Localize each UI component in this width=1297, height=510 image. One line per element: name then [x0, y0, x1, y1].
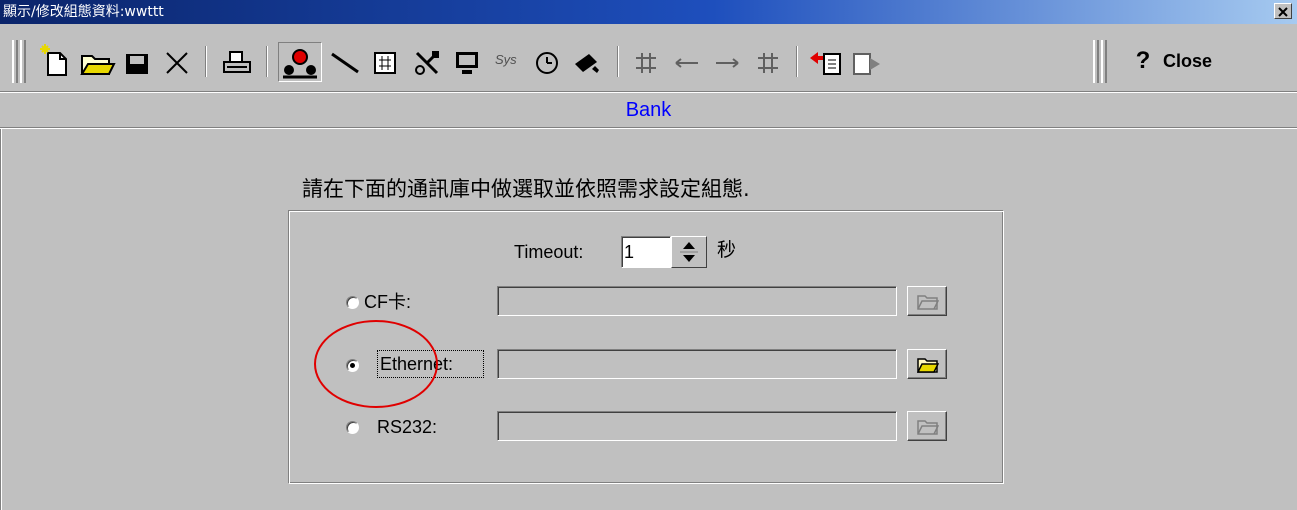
timeout-label: Timeout:: [514, 242, 584, 262]
toolbar: Sys ? Close: [0, 32, 1297, 91]
rs232-label: RS232:: [377, 417, 438, 437]
section-header: Bank: [0, 93, 1297, 127]
toolbar-grip[interactable]: [12, 40, 18, 83]
cf-label: CF卡:: [364, 292, 411, 312]
section-title: Bank: [625, 99, 672, 121]
toolbar-separator: [617, 46, 619, 77]
folder-icon: [917, 358, 939, 373]
move-last-icon: [758, 53, 778, 73]
system-button[interactable]: Sys: [488, 32, 526, 91]
highlight-circle: [314, 320, 438, 408]
search-button[interactable]: [568, 32, 608, 91]
save-button[interactable]: [118, 32, 156, 91]
title-bar: 顯示/修改組態資料:wwttt: [0, 0, 1297, 24]
export-button[interactable]: [848, 32, 888, 91]
new-button[interactable]: [40, 32, 76, 91]
monitor-icon: [456, 52, 478, 74]
open-folder-icon: [80, 55, 116, 75]
monitor-button[interactable]: [448, 32, 486, 91]
instruction-text: 請在下面的通訊庫中做選取並依照需求設定組態.: [302, 177, 750, 201]
toolbar-grip: [1093, 40, 1099, 83]
rs232-browse-button[interactable]: [907, 411, 947, 441]
move-left-icon: [675, 58, 698, 68]
communication-button[interactable]: [278, 42, 322, 82]
line-button[interactable]: [326, 32, 364, 91]
move-first-icon: [636, 53, 656, 73]
cf-path-field[interactable]: [497, 286, 897, 316]
save-icon: [126, 54, 148, 74]
toolbar-separator: [205, 46, 207, 77]
cf-browse-button[interactable]: [907, 286, 947, 316]
table-button[interactable]: [366, 32, 404, 91]
move-last-button[interactable]: [748, 32, 788, 91]
spinner-arrows-icon: [680, 242, 698, 262]
move-first-button[interactable]: [626, 32, 666, 91]
help-button[interactable]: ?: [1131, 41, 1155, 81]
system-icon: Sys: [495, 52, 517, 67]
new-icon: [40, 44, 67, 76]
close-icon: [1278, 7, 1288, 17]
rs232-radio[interactable]: [346, 421, 359, 434]
timeout-spinner[interactable]: [671, 236, 707, 268]
import-button[interactable]: [806, 32, 846, 91]
timeout-unit: 秒: [717, 239, 737, 261]
toolbar-separator: [796, 46, 798, 77]
clock-button[interactable]: [528, 32, 566, 91]
window-close-button[interactable]: [1274, 3, 1292, 19]
print-icon: [223, 51, 251, 73]
tools-button[interactable]: [408, 32, 446, 91]
search-icon: [575, 54, 599, 73]
close-button[interactable]: Close: [1163, 41, 1253, 81]
rs232-path-field[interactable]: [497, 411, 897, 441]
window-title: 顯示/修改組態資料:wwttt: [3, 4, 164, 20]
move-right-button[interactable]: [708, 32, 746, 91]
tools-icon: [415, 51, 439, 75]
communication-icon: [283, 49, 317, 79]
ethernet-path-field[interactable]: [497, 349, 897, 379]
timeout-input[interactable]: [621, 236, 671, 268]
delete-button[interactable]: [158, 32, 196, 91]
folder-icon: [917, 295, 939, 310]
toolbar-separator: [266, 46, 268, 77]
print-button[interactable]: [216, 32, 256, 91]
cf-radio[interactable]: [346, 296, 359, 309]
panel-border: [0, 129, 2, 510]
open-button[interactable]: [78, 32, 116, 91]
clock-icon: [536, 52, 558, 74]
section-divider: [0, 127, 1297, 129]
import-icon: [810, 52, 841, 75]
toolbar-grip: [1101, 40, 1107, 83]
export-icon: [853, 53, 880, 75]
table-icon: [374, 52, 396, 74]
folder-icon: [917, 420, 939, 435]
config-dialog: 顯示/修改組態資料:wwttt Sys ? Close Bank 請在下面的通訊…: [0, 0, 1297, 510]
line-icon: [331, 52, 359, 74]
toolbar-grip[interactable]: [20, 40, 26, 83]
move-right-icon: [716, 58, 739, 68]
ethernet-browse-button[interactable]: [907, 349, 947, 379]
move-left-button[interactable]: [668, 32, 706, 91]
delete-icon: [166, 52, 188, 74]
